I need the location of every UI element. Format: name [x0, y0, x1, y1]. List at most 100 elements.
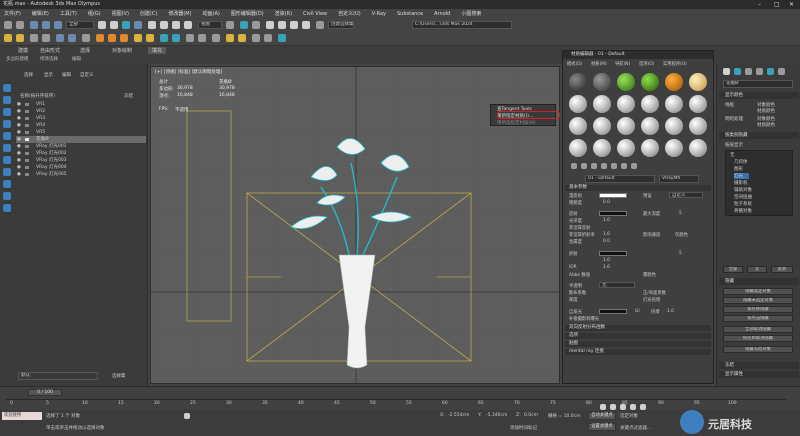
roughness-value[interactable]: 0.0 — [603, 200, 610, 205]
affect-channels-value[interactable]: 仅颜色 — [675, 232, 688, 238]
go-to-end-icon[interactable] — [640, 404, 646, 410]
menu-modifiers[interactable]: 修改器(M) — [168, 10, 191, 17]
vray-mtl-icon[interactable] — [252, 34, 260, 42]
next-frame-icon[interactable] — [630, 404, 636, 410]
gloss-value[interactable]: 1.0 — [603, 218, 610, 223]
material-type-button[interactable]: VRayMtl — [659, 175, 699, 183]
material-slot[interactable] — [641, 117, 659, 135]
menu-create[interactable]: 创建(C) — [140, 10, 157, 17]
vray-ies-icon[interactable] — [278, 34, 286, 42]
material-slot[interactable] — [665, 95, 683, 113]
visibility-icon[interactable]: ● — [17, 129, 21, 136]
scene-row-selected[interactable]: ● 花瓶Ø — [16, 136, 146, 143]
by-layer-checkbox[interactable]: 按层显示 — [725, 142, 743, 148]
scene-row[interactable]: ● VRay 灯光005 — [16, 171, 146, 178]
mult-value[interactable]: 1.0 — [667, 309, 674, 314]
ribbon-tab-object-paint[interactable]: 对象绘制 — [112, 47, 132, 54]
put-to-scene-icon[interactable] — [581, 163, 587, 169]
material-name-field[interactable]: 01 - Default — [585, 175, 655, 183]
category-item[interactable]: 辅助对象 — [734, 187, 752, 193]
menu-file[interactable]: 文件(F) — [4, 10, 21, 17]
translucency-dropdown[interactable]: 无 — [599, 282, 635, 288]
key-filters-button[interactable]: 关键点过滤器... — [620, 425, 651, 431]
select-by-name-icon[interactable] — [110, 21, 118, 29]
display-color-section[interactable]: 显示颜色 — [719, 92, 799, 99]
link-icon[interactable] — [30, 21, 38, 29]
curve-editor-icon[interactable] — [56, 34, 64, 42]
window-crossing-icon[interactable] — [134, 21, 142, 29]
hide-by-name-button[interactable]: 按名称隐藏 — [723, 306, 793, 313]
vray-light-icon[interactable] — [160, 34, 168, 42]
object-name-field[interactable]: 花瓶Ø — [723, 80, 793, 88]
filter-frozen-icon[interactable] — [3, 204, 11, 212]
material-slot[interactable] — [593, 117, 611, 135]
hide-by-hit-button[interactable]: 按点击隐藏 — [723, 315, 793, 322]
maxscript-listener[interactable]: 欢迎使用 MAXScript — [2, 412, 42, 420]
ribbon-tab-freeform[interactable]: 自由形式 — [40, 47, 60, 54]
get-material-icon[interactable] — [571, 163, 577, 169]
category-item[interactable]: 粒子系统 — [734, 201, 752, 207]
diffuse-swatch[interactable] — [599, 193, 627, 198]
scene-row[interactable]: ● VR2 — [16, 108, 146, 115]
material-slot[interactable] — [665, 73, 683, 91]
vray-camera-icon[interactable] — [172, 34, 180, 42]
column-header-name[interactable]: 名称(按升序排序) — [20, 93, 55, 99]
filter-groups-icon[interactable] — [3, 156, 11, 164]
maximize-icon[interactable]: □ — [774, 0, 780, 9]
column-header-frozen[interactable]: 冻结 — [124, 93, 133, 99]
close-icon[interactable]: ✕ — [789, 0, 794, 9]
visibility-icon[interactable]: ● — [17, 157, 21, 164]
section-maps[interactable]: 贴图 — [565, 341, 711, 347]
filter-containers-icon[interactable] — [3, 192, 11, 200]
visibility-icon[interactable]: ● — [17, 115, 21, 122]
ctx-assign-selected-material[interactable]: 用所选指定材质(M) — [497, 120, 536, 126]
visibility-icon[interactable]: ● — [17, 108, 21, 115]
minimize-icon[interactable]: – — [758, 0, 761, 9]
y-coordinate[interactable]: -5.346cm — [486, 413, 507, 418]
gi-checkbox[interactable]: GI — [635, 309, 640, 314]
hide-frozen-button[interactable]: 隐藏冻结对象 — [723, 346, 793, 353]
scene-tab-customize[interactable]: 自定义 — [80, 72, 94, 78]
scene-row[interactable]: ● VR1 — [16, 101, 146, 108]
reflect-swatch[interactable] — [599, 211, 627, 216]
menu-graph-editors[interactable]: 图形编辑器(D) — [231, 10, 264, 17]
ribbon-sub-poly-modeling[interactable]: 多边形建模 — [6, 56, 29, 62]
display-properties-section[interactable]: 显示属性 — [719, 371, 799, 378]
set-key-button[interactable]: 设置关键点 — [588, 423, 616, 431]
toggle-ribbon-icon[interactable] — [42, 34, 50, 42]
unhide-all-button[interactable]: 全部取消隐藏 — [723, 326, 793, 333]
material-slot[interactable] — [617, 117, 635, 135]
filter-cameras-icon[interactable] — [3, 120, 11, 128]
menu-image-search[interactable]: 小图搜索 — [461, 10, 481, 17]
redo-icon[interactable] — [16, 21, 24, 29]
category-item[interactable]: 几何体 — [734, 159, 748, 165]
filter-xrefs-icon[interactable] — [3, 168, 11, 176]
scene-tab-display[interactable]: 显示 — [44, 72, 53, 78]
rect-selection-icon[interactable] — [122, 21, 130, 29]
section-basic-params[interactable]: 基本参数 — [565, 185, 711, 191]
category-item-selected[interactable]: 灯光 — [734, 173, 749, 179]
pivot-center-icon[interactable] — [226, 21, 234, 29]
visibility-icon[interactable]: ● — [17, 171, 21, 178]
edit-named-sel-icon[interactable] — [316, 21, 324, 29]
render-setup-icon[interactable] — [96, 34, 104, 42]
material-slot[interactable] — [641, 139, 659, 157]
modify-tab-icon[interactable] — [734, 68, 741, 75]
show-map-icon[interactable] — [631, 163, 637, 169]
assign-to-selection-icon[interactable] — [591, 163, 597, 169]
material-slot[interactable] — [569, 95, 587, 113]
make-unique-icon[interactable] — [611, 163, 617, 169]
shaded-material-color-radio[interactable]: 材质颜色 — [757, 122, 775, 128]
ref-coord-dropdown[interactable]: 视图 — [198, 21, 222, 29]
hide-selected-button[interactable]: 隐藏选定对象 — [723, 288, 793, 295]
scene-row[interactable]: ● VRay 灯光001 — [16, 143, 146, 150]
ribbon-sub-modify-selection[interactable]: 修改选择 — [40, 56, 58, 62]
workspace-path-dropdown[interactable]: C:\Users\...\3ds Max 2024 — [412, 21, 512, 29]
ribbon-sub-edit[interactable]: 编辑 — [72, 56, 81, 62]
menu-rendering[interactable]: 渲染(R) — [275, 10, 292, 17]
menu-edit[interactable]: 编辑(E) — [32, 10, 49, 17]
scale-icon[interactable] — [172, 21, 180, 29]
rotate-icon[interactable] — [160, 21, 168, 29]
selected-objects-dropdown[interactable]: 选定对象 — [620, 413, 638, 419]
material-slot[interactable] — [617, 95, 635, 113]
